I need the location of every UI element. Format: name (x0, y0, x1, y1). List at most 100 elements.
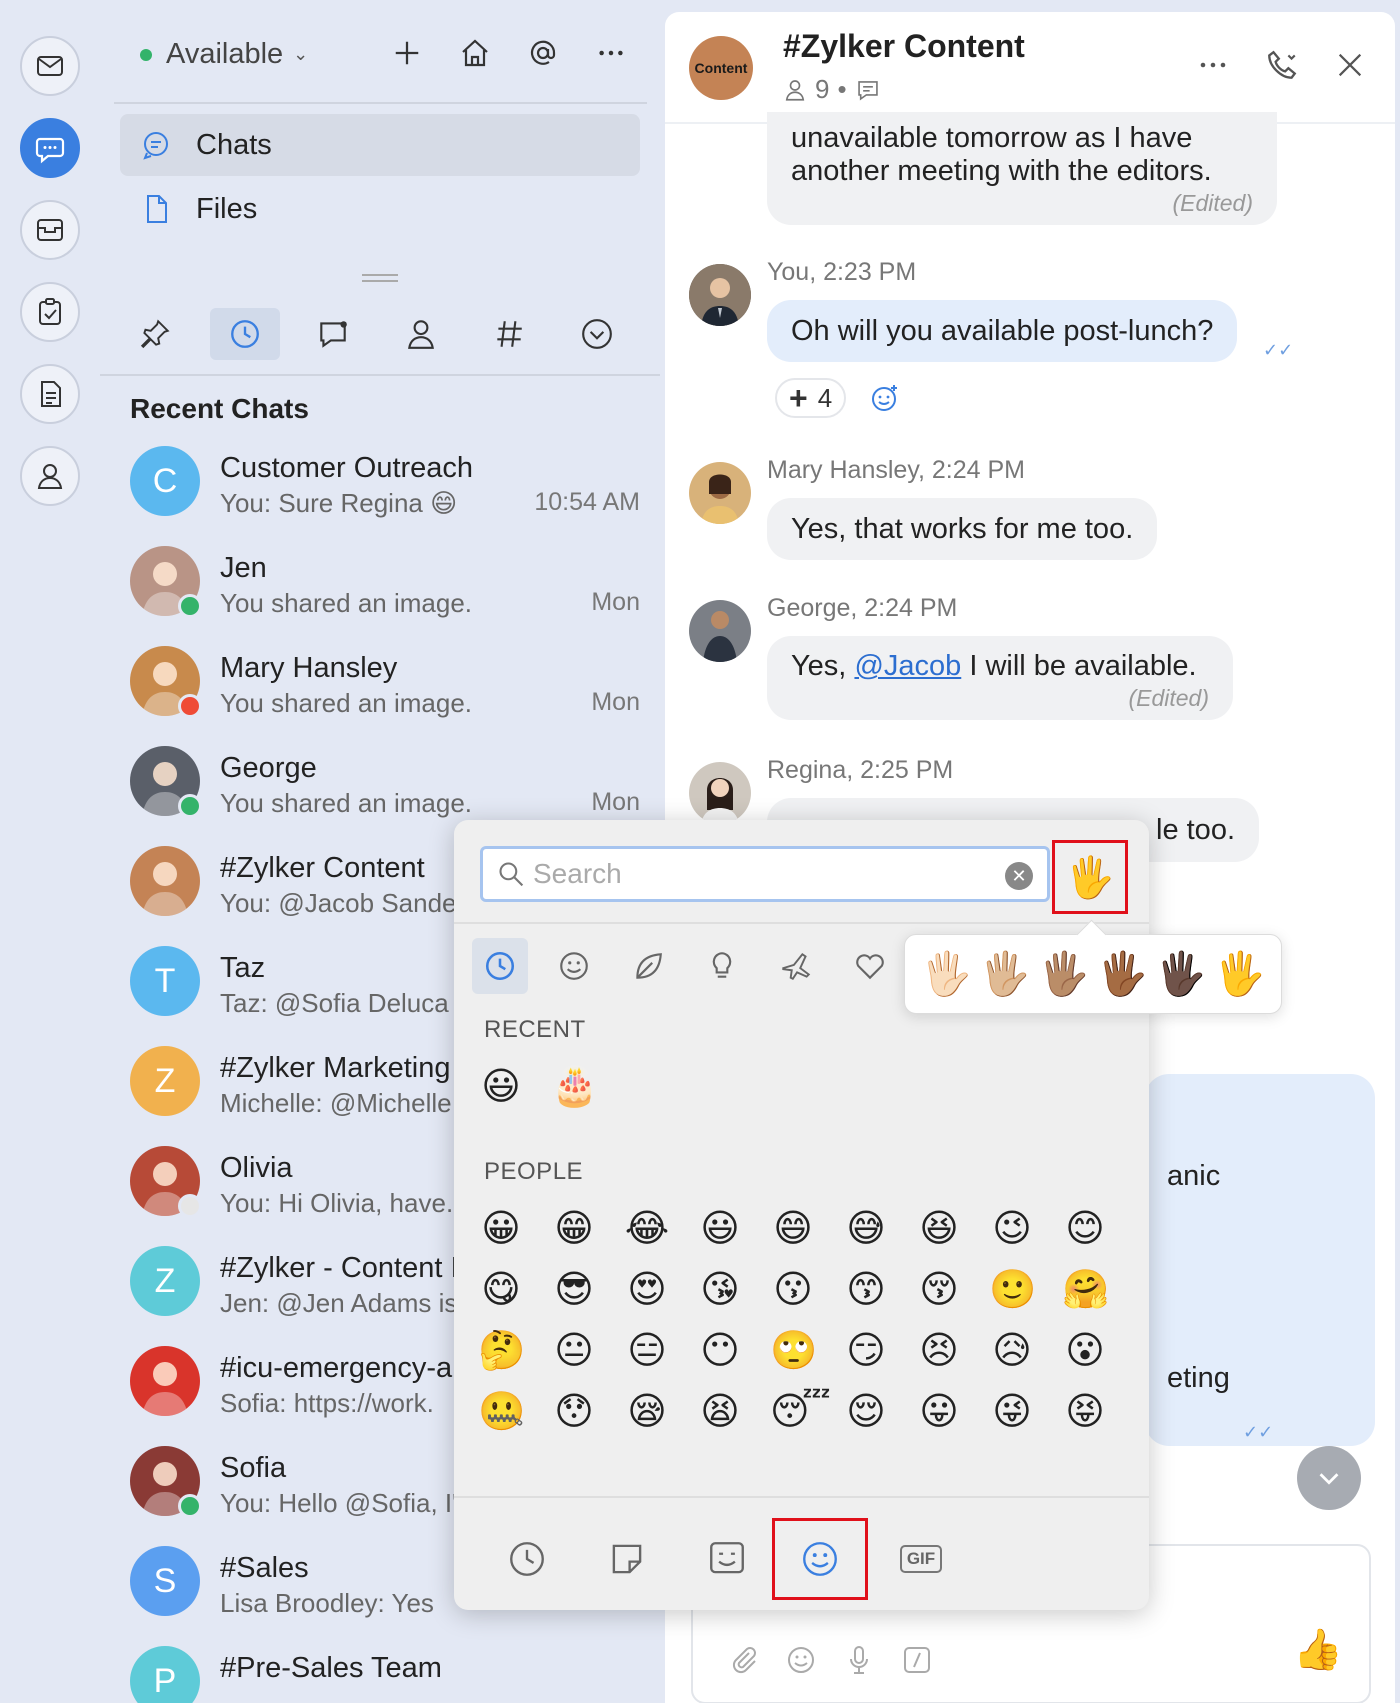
add-reaction-icon[interactable] (869, 382, 901, 414)
skin-tone-option[interactable]: 🖐🏿 (1155, 950, 1207, 999)
emoji-button[interactable]: 😘 (697, 1267, 743, 1313)
avatar[interactable] (689, 462, 751, 524)
emoji-button[interactable]: 😁 (551, 1206, 597, 1252)
contact-icon[interactable] (386, 308, 456, 360)
contacts-icon[interactable] (20, 446, 80, 506)
message-bubble[interactable]: unavailable tomorrow as I have another m… (767, 112, 1277, 225)
channel-avatar[interactable]: Content (689, 36, 753, 100)
emoji-button[interactable]: 😌 (843, 1389, 889, 1435)
category-recent-icon[interactable] (472, 938, 528, 994)
message-bubble[interactable]: Yes, that works for me too. (767, 498, 1158, 560)
tasks-icon[interactable] (20, 282, 80, 342)
message-bubble[interactable]: Yes, @Jacob I will be available. (Edited… (767, 636, 1233, 720)
scroll-to-bottom-button[interactable] (1297, 1446, 1361, 1510)
emoji-button[interactable]: 🤗 (1062, 1267, 1109, 1313)
member-count[interactable]: 9 (815, 74, 829, 105)
emoji-button[interactable]: 😋 (478, 1267, 524, 1313)
emoji-button[interactable]: 😃 (478, 1064, 524, 1110)
resize-handle[interactable] (362, 274, 398, 282)
emoji-tab-icon[interactable] (772, 1518, 868, 1600)
emoji-button[interactable]: 😯 (551, 1389, 597, 1435)
close-icon[interactable] (1335, 50, 1365, 80)
mail-icon[interactable] (20, 36, 80, 96)
emoji-button[interactable]: 😗 (770, 1267, 816, 1313)
emoji-search-input[interactable] (533, 855, 993, 893)
add-icon[interactable] (390, 36, 424, 70)
thumbs-up-button[interactable]: 👍 (1293, 1626, 1343, 1673)
chat-list-item[interactable]: Jen You shared an image. Mon (130, 546, 640, 636)
emoji-button[interactable]: 😜 (989, 1389, 1035, 1435)
mic-icon[interactable] (843, 1644, 875, 1676)
emoji-button[interactable]: 😏 (843, 1328, 889, 1374)
emoji-button[interactable]: 😛 (916, 1389, 962, 1435)
emoji-button[interactable]: 😆 (916, 1206, 962, 1252)
category-heart-icon[interactable] (842, 938, 898, 994)
category-smiley-icon[interactable] (546, 938, 602, 994)
emoji-button[interactable]: 😪 (624, 1389, 670, 1435)
emoji-button[interactable]: 😣 (916, 1328, 962, 1374)
emoji-button[interactable]: 😉 (989, 1206, 1035, 1252)
emoji-button[interactable]: 😅 (843, 1206, 889, 1252)
thread-icon[interactable] (298, 308, 368, 360)
description-icon[interactable] (855, 77, 881, 103)
call-icon[interactable] (1265, 48, 1299, 82)
emoji-button[interactable]: 🎂 (551, 1064, 598, 1110)
emoji-button[interactable]: 🙂 (989, 1267, 1036, 1313)
skin-tone-button[interactable]: 🖐 (1052, 840, 1128, 914)
inbox-icon[interactable] (20, 200, 80, 260)
attach-icon[interactable] (727, 1644, 759, 1676)
skin-tone-option[interactable]: 🖐 (1213, 950, 1265, 999)
emoji-button[interactable]: 😄 (770, 1206, 816, 1252)
members-icon[interactable] (783, 78, 807, 102)
emoji-button[interactable]: 😍 (624, 1267, 670, 1313)
emoji-button[interactable]: 😎 (551, 1267, 597, 1313)
emoji-button[interactable]: 😝 (1062, 1389, 1108, 1435)
clock-icon[interactable] (210, 308, 280, 360)
sticker-icon[interactable] (592, 1524, 662, 1594)
gif-icon[interactable]: GIF (886, 1524, 956, 1594)
skin-tone-option[interactable]: 🖐🏾 (1096, 950, 1148, 999)
emoji-button[interactable]: 😑 (624, 1328, 670, 1374)
emoji-button[interactable]: 😶 (697, 1328, 743, 1374)
message-bubble[interactable]: Oh will you available post-lunch? (767, 300, 1238, 362)
skin-tone-option[interactable]: 🖐🏼 (979, 950, 1031, 999)
nav-chats[interactable]: Chats (120, 114, 640, 176)
avatar[interactable] (689, 600, 751, 662)
chat-list-item[interactable]: C Customer Outreach You: Sure Regina 😄 10:5… (130, 446, 640, 536)
skin-tone-option[interactable]: 🖐🏽 (1037, 950, 1089, 999)
emoji-button[interactable]: 🤔 (478, 1328, 525, 1374)
message-card[interactable]: anic eting (1145, 1074, 1375, 1446)
chat-list-item[interactable]: Mary Hansley You shared an image. Mon (130, 646, 640, 736)
chat-list-item[interactable]: P #Pre-Sales Team (130, 1646, 640, 1703)
presence-status[interactable]: Available ⌄ (140, 38, 308, 71)
home-icon[interactable] (458, 36, 492, 70)
nav-files[interactable]: Files (120, 178, 640, 240)
notes-icon[interactable] (20, 364, 80, 424)
more-horizontal-icon[interactable] (594, 36, 628, 70)
emoji-button[interactable]: 😀 (478, 1206, 524, 1252)
recent-tab-icon[interactable] (492, 1524, 562, 1594)
emoji-button[interactable]: 😙 (843, 1267, 889, 1313)
chat-icon[interactable] (20, 118, 80, 178)
format-icon[interactable] (901, 1644, 933, 1676)
mention-link[interactable]: @Jacob (854, 650, 961, 682)
avatar[interactable] (689, 762, 751, 824)
pin-icon[interactable] (120, 308, 190, 360)
category-leaf-icon[interactable] (620, 938, 676, 994)
emoji-button[interactable]: 😂 (624, 1206, 670, 1252)
emoji-button[interactable]: 😥 (989, 1328, 1035, 1374)
emoji-button[interactable]: 😫 (697, 1389, 743, 1435)
mentions-icon[interactable] (526, 36, 560, 70)
category-plane-icon[interactable] (768, 938, 824, 994)
emoji-button[interactable]: 😊 (1062, 1206, 1108, 1252)
emoji-button[interactable]: 😚 (916, 1267, 962, 1313)
emoji-button[interactable]: 🤐 (478, 1389, 525, 1435)
emoji-button[interactable]: 😮 (1062, 1328, 1108, 1374)
avatar[interactable] (689, 264, 751, 326)
category-bulb-icon[interactable] (694, 938, 750, 994)
reaction-chip[interactable]: + 4 (775, 378, 847, 418)
emoji-button[interactable]: 😐 (551, 1328, 597, 1374)
channel-title[interactable]: #Zylker Content (783, 28, 1025, 65)
clear-search-icon[interactable]: ✕ (1005, 862, 1033, 890)
skin-tone-option[interactable]: 🖐🏻 (920, 950, 972, 999)
